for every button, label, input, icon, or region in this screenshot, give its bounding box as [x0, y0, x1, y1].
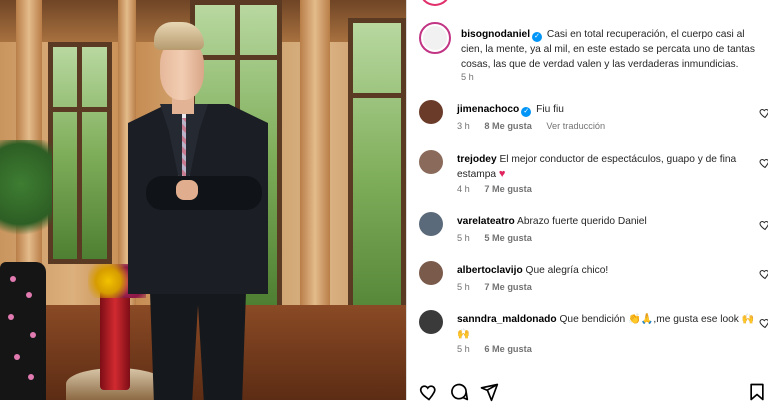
comment-text-line: varelateatro Abrazo fuerte querido Danie… — [457, 214, 757, 229]
comment-text: Abrazo fuerte querido Daniel — [517, 216, 647, 227]
avatar[interactable] — [419, 150, 443, 174]
translate-link[interactable]: Ver traducción — [546, 121, 605, 131]
comment-icon[interactable] — [449, 382, 469, 402]
person-hand — [176, 180, 198, 200]
comment-meta: 5 h 6 Me gusta — [457, 344, 532, 354]
comment-username[interactable]: sanndra_maldonado — [457, 314, 557, 325]
comment-likes[interactable]: 5 Me gusta — [484, 233, 531, 243]
avatar[interactable] — [419, 261, 443, 285]
comment-likes[interactable]: 7 Me gusta — [484, 184, 531, 194]
red-heart-emoji-icon: ♥ — [498, 168, 506, 180]
avatar[interactable] — [419, 212, 443, 236]
comment-time: 5 h — [457, 282, 470, 292]
author-avatar[interactable] — [419, 22, 451, 54]
comment-time: 3 h — [457, 121, 470, 131]
comment-meta: 5 h 5 Me gusta — [457, 233, 532, 243]
photo-window — [48, 42, 112, 264]
comment-meta: 4 h 7 Me gusta — [457, 184, 532, 194]
photo-red-vase — [100, 290, 130, 390]
comment-text: Que alegría chico! — [525, 265, 609, 276]
verified-badge-icon: ✓ — [521, 107, 532, 117]
post-caption: bisognodaniel ✓ Casi en total recuperació… — [461, 27, 761, 72]
comment-time: 5 h — [457, 344, 470, 354]
like-comment-heart-icon[interactable] — [759, 267, 768, 281]
comment-time: 5 h — [457, 233, 470, 243]
comment-text-line: sanndra_maldonado Que bendición 👏🙏,me gu… — [457, 312, 757, 342]
like-comment-heart-icon[interactable] — [759, 106, 768, 120]
post-photo — [0, 0, 406, 400]
comment-time: 4 h — [457, 184, 470, 194]
comment-username[interactable]: trejodey — [457, 154, 497, 165]
comments-panel: bisognodaniel ✓ Casi en total recuperació… — [406, 0, 768, 402]
author-username[interactable]: bisognodaniel — [461, 29, 530, 40]
comment-username[interactable]: jimenachoco — [457, 104, 519, 115]
photo-window — [348, 18, 406, 338]
avatar[interactable] — [419, 310, 443, 334]
comment-likes[interactable]: 6 Me gusta — [484, 344, 531, 354]
like-comment-heart-icon[interactable] — [759, 156, 768, 170]
comment-text-line: trejodey El mejor conductor de espectácu… — [457, 152, 757, 182]
post-time: 5 h — [461, 72, 474, 82]
avatar[interactable] — [419, 100, 443, 124]
comment-meta: 5 h 7 Me gusta — [457, 282, 532, 292]
like-comment-heart-icon[interactable] — [759, 218, 768, 232]
paper-plane-icon[interactable] — [479, 382, 499, 402]
verified-badge-icon: ✓ — [532, 32, 543, 42]
post-action-bar — [415, 380, 767, 402]
heart-outline-icon[interactable] — [419, 382, 439, 402]
story-ring-partial — [419, 0, 451, 6]
comment-text: Fiu fiu — [536, 104, 564, 115]
comment-likes[interactable]: 7 Me gusta — [484, 282, 531, 292]
comment-text-line: albertoclavijo Que alegría chico! — [457, 263, 757, 278]
comment-username[interactable]: albertoclavijo — [457, 265, 523, 276]
comment-likes[interactable]: 8 Me gusta — [484, 121, 531, 131]
like-comment-heart-icon[interactable] — [759, 316, 768, 330]
bookmark-icon[interactable] — [747, 382, 767, 402]
comment-meta: 3 h 8 Me gusta Ver traducción — [457, 121, 605, 131]
photo-plant — [0, 140, 52, 250]
person-crossed-arms — [146, 176, 262, 210]
comment-text-line: jimenachoco ✓ Fiu fiu — [457, 102, 757, 117]
comment-username[interactable]: varelateatro — [457, 216, 515, 227]
photo-floral-chair — [0, 262, 46, 400]
